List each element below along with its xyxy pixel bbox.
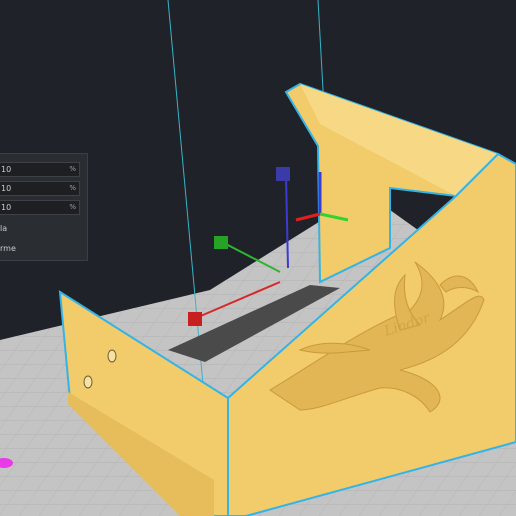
mount-hole — [83, 375, 93, 389]
move-gizmo-x-handle-icon[interactable] — [188, 312, 202, 326]
move-gizmo-z-handle-icon[interactable] — [276, 167, 290, 181]
move-gizmo-y-handle-icon[interactable] — [214, 236, 228, 249]
uniform-scaling-option[interactable]: rme — [0, 244, 16, 253]
mount-hole — [107, 349, 117, 363]
scale-x-input[interactable]: 10 % — [0, 162, 80, 177]
3d-viewport[interactable]: Lindor 10 % 10 % 10 % la rme — [0, 0, 516, 516]
snap-scaling-option[interactable]: la — [0, 224, 7, 233]
scale-x-value[interactable]: 10 — [1, 163, 11, 176]
scale-z-unit: % — [69, 203, 76, 211]
scale-y-value[interactable]: 10 — [1, 182, 11, 195]
scale-y-unit: % — [69, 184, 76, 192]
scale-settings-panel: 10 % 10 % 10 % la rme — [0, 153, 88, 261]
scale-z-input[interactable]: 10 % — [0, 200, 80, 215]
scale-x-unit: % — [69, 165, 76, 173]
scale-y-input[interactable]: 10 % — [0, 181, 80, 196]
scale-z-value[interactable]: 10 — [1, 201, 11, 214]
